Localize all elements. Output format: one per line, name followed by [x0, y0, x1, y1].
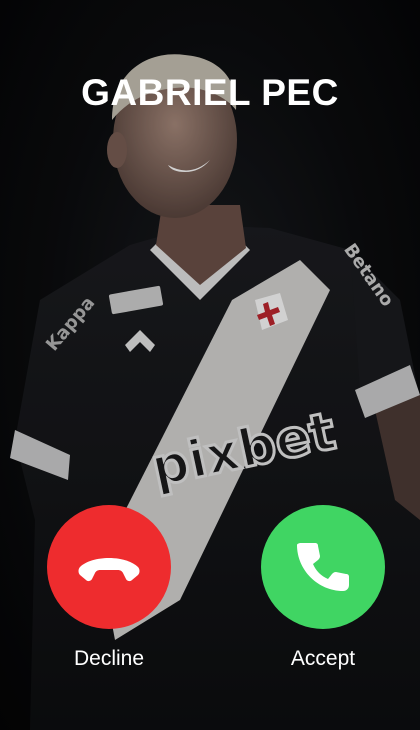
accept-button[interactable]	[261, 505, 385, 629]
decline-button[interactable]	[47, 505, 171, 629]
phone-icon	[297, 543, 349, 591]
decline-label: Decline	[73, 647, 145, 670]
accept-label: Accept	[290, 647, 356, 670]
caller-name: GABRIEL PEC	[81, 72, 339, 113]
incoming-call-screen: pixbet Betano Kappa GABRIEL PEC Decline …	[0, 0, 420, 730]
phone-hangup-icon	[78, 558, 140, 582]
